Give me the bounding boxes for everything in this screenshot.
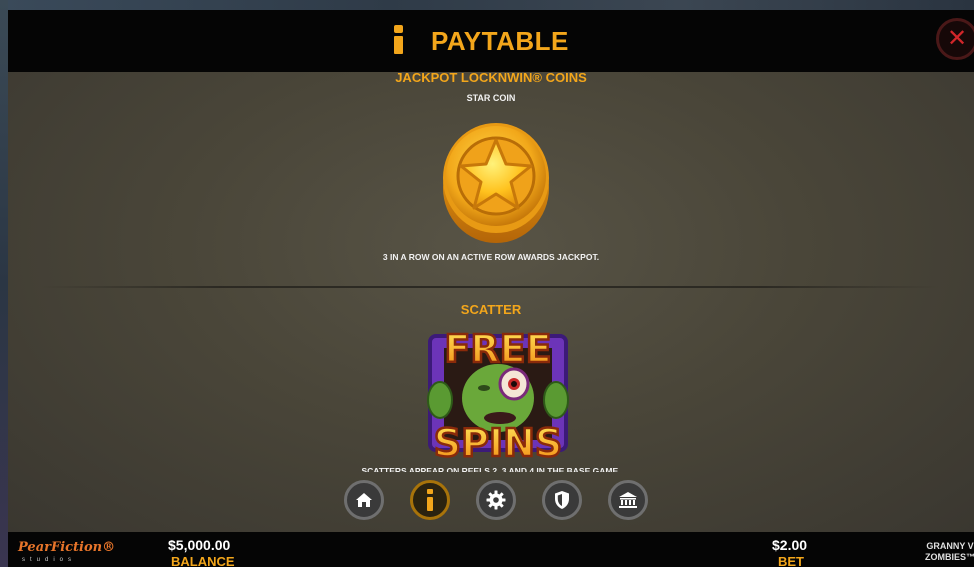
- page-title: PAYTABLE: [431, 26, 569, 56]
- game-title-line1: GRANNY V: [926, 541, 974, 551]
- scatter-free-text: FREE: [444, 327, 551, 371]
- logo-subtext: studios: [22, 557, 77, 563]
- free-spins-scatter-symbol: FREE SPINS: [427, 326, 569, 462]
- close-icon: ✕: [946, 25, 968, 52]
- game-title-line2: ZOMBIES™: [924, 552, 974, 562]
- balance-value: $5,000.00: [168, 537, 231, 553]
- close-button[interactable]: ✕: [936, 18, 974, 60]
- home-icon: [356, 493, 372, 507]
- jackpot-section-subtitle: STAR COIN: [466, 93, 516, 103]
- status-bar: [8, 532, 974, 567]
- section-divider: [40, 286, 940, 288]
- star-coin-icon: [443, 123, 549, 243]
- bet-value: $2.00: [772, 537, 808, 553]
- bank-button[interactable]: [608, 480, 648, 520]
- responsible-gaming-button[interactable]: [542, 480, 582, 520]
- scatter-spins-text: SPINS: [434, 421, 563, 462]
- game-title: GRANNY V ZOMBIES™: [920, 541, 974, 563]
- info-icon: [427, 489, 433, 511]
- info-button[interactable]: [410, 480, 450, 520]
- jackpot-description: 3 IN A ROW ON AN ACTIVE ROW AWARDS JACKP…: [382, 252, 600, 262]
- logo-text: PearFiction®: [18, 540, 116, 555]
- background-edge: [0, 0, 8, 567]
- shield-icon: [555, 491, 569, 509]
- bank-icon: [619, 492, 637, 508]
- jackpot-section-title: JACKPOT LOCKNWIN® COINS: [395, 70, 587, 85]
- scatter-description: SCATTERS APPEAR ON REELS 2, 3 AND 4 IN T…: [361, 466, 621, 472]
- settings-button[interactable]: [476, 480, 516, 520]
- balance-label: BALANCE: [171, 554, 235, 567]
- info-icon: [392, 25, 406, 57]
- bet-label: BET: [778, 554, 804, 567]
- gear-icon: [486, 490, 506, 510]
- home-button[interactable]: [344, 480, 384, 520]
- studio-logo: PearFiction® studios: [18, 540, 115, 566]
- scatter-section-title: SCATTER: [460, 302, 522, 317]
